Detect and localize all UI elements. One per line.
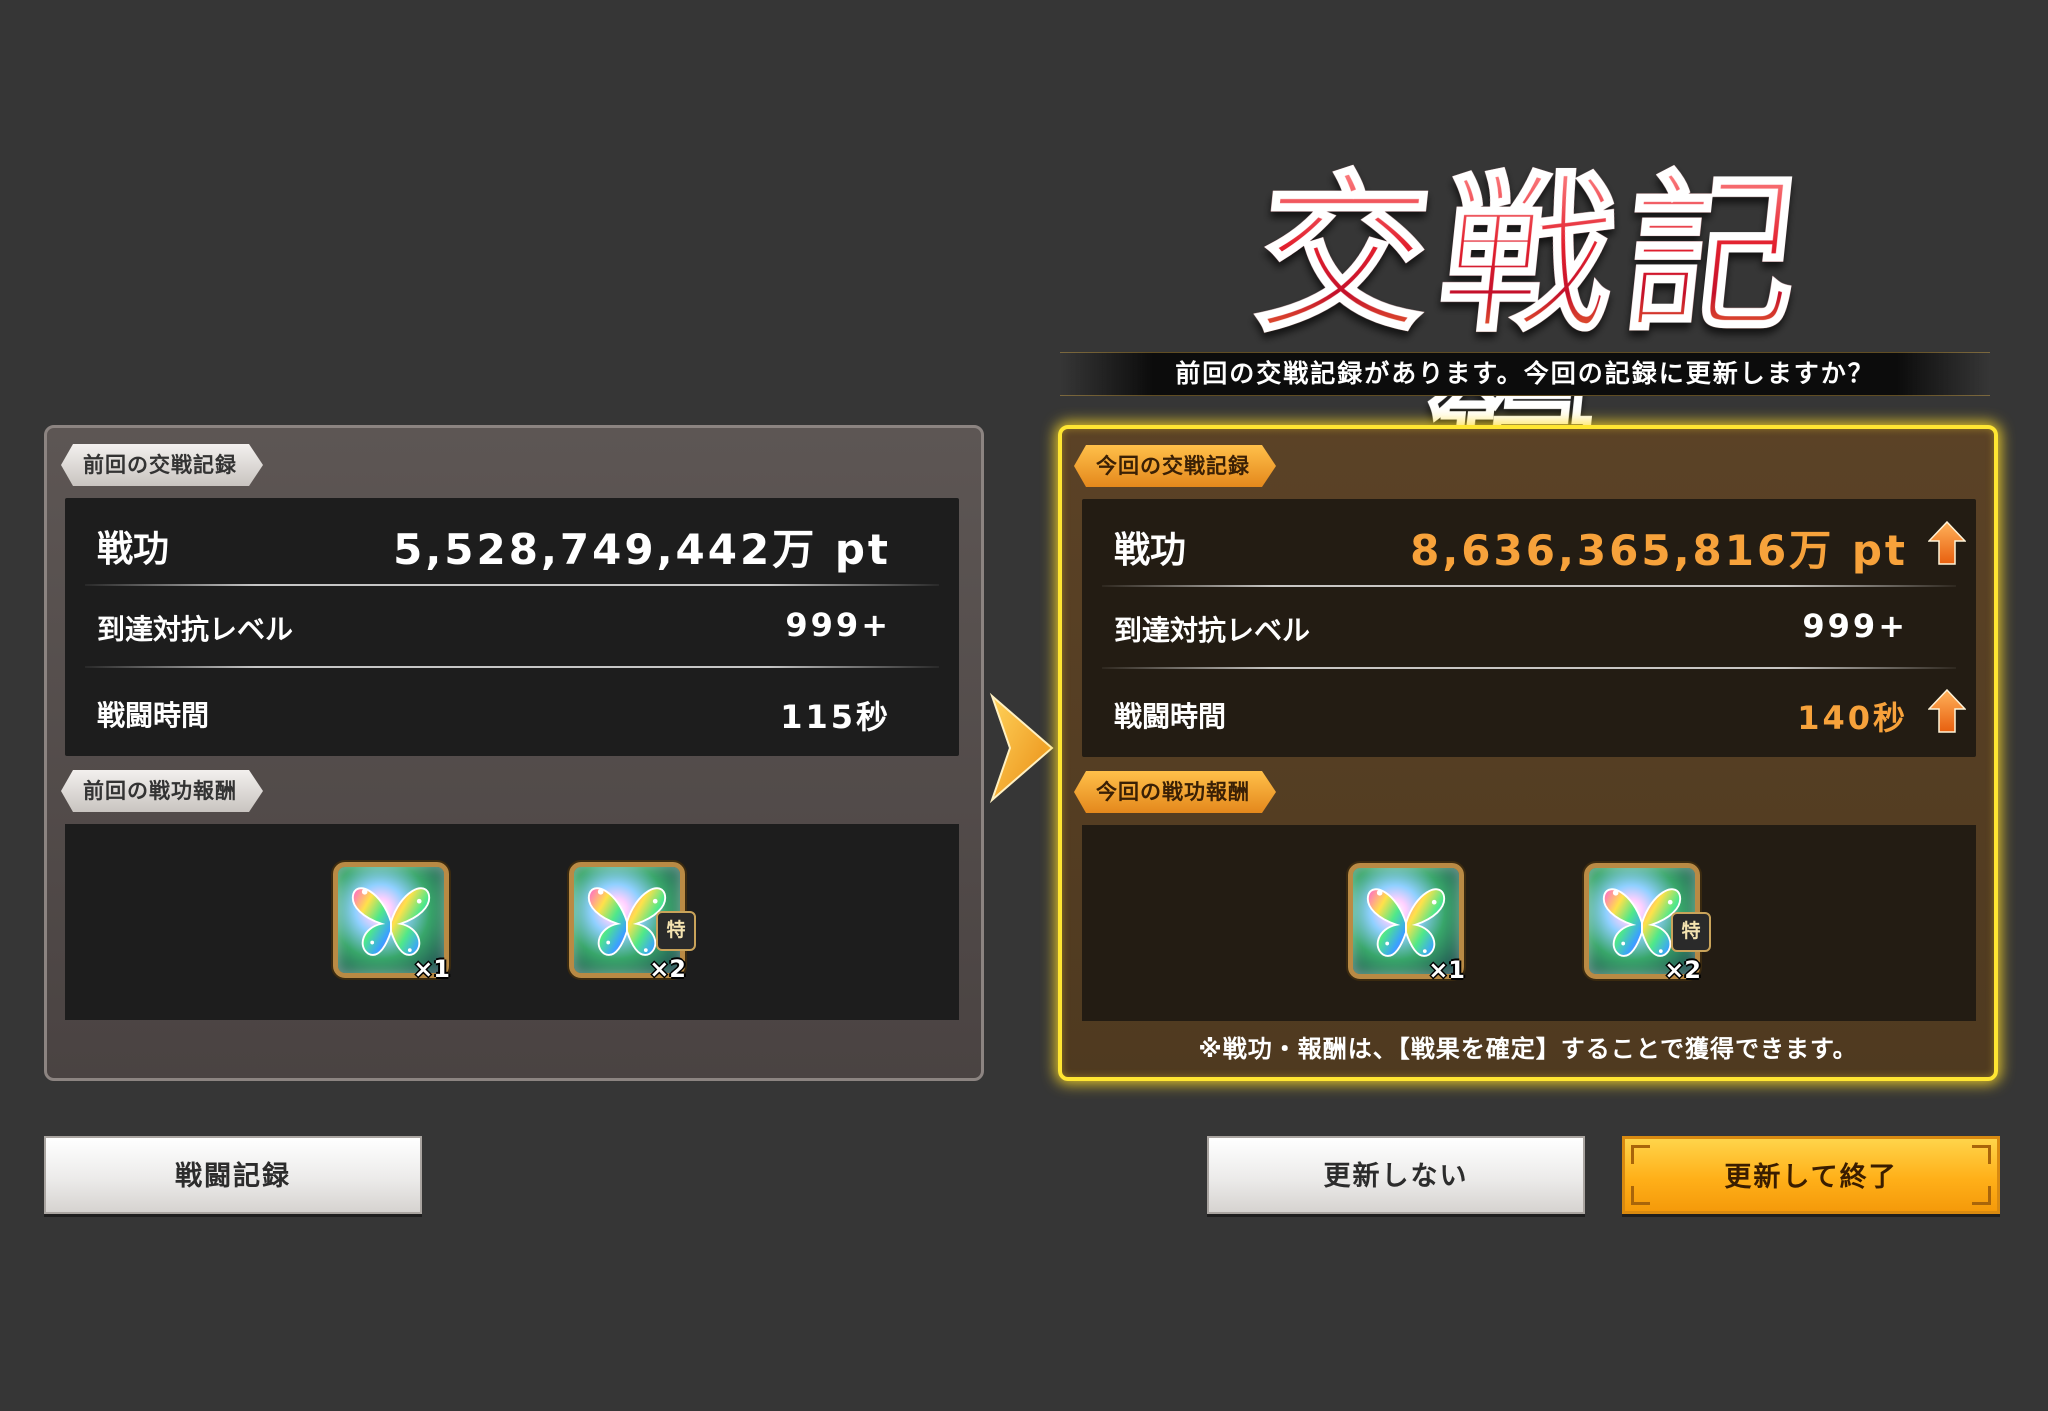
merit-value: 5,528,749,442万 pt <box>393 525 891 574</box>
corner-ornament <box>1631 1186 1650 1205</box>
level-value: 999+ <box>785 606 891 644</box>
current-reward-tag: 今回の戦功報酬 <box>1074 771 1276 813</box>
previous-record-tag: 前回の交戦記録 <box>61 444 263 486</box>
up-arrow-icon <box>1928 689 1966 733</box>
reward-note: ※戦功・報酬は、【戦果を確定】することで獲得できます。 <box>1198 1035 1858 1063</box>
merit-row: 戦功 5,528,749,442万 pt <box>65 498 959 584</box>
reward-item[interactable]: 特 ×2 <box>569 862 696 983</box>
reward-item[interactable]: ×1 <box>333 862 450 983</box>
reward-quantity: ×1 <box>1428 956 1465 984</box>
time-row: 戦闘時間 140秒 <box>1082 667 1976 755</box>
battle-log-button[interactable]: 戦闘記録 <box>44 1136 422 1214</box>
current-record-tag: 今回の交戦記録 <box>1074 445 1276 487</box>
level-value: 999+ <box>1802 607 1908 645</box>
reward-quantity: ×2 <box>1664 956 1701 984</box>
merit-label: 戦功 <box>97 529 170 570</box>
corner-ornament <box>1972 1145 1991 1164</box>
update-and-finish-button[interactable]: 更新して終了 <box>1622 1136 2000 1214</box>
merit-label: 戦功 <box>1114 530 1187 571</box>
current-stats: 戦功 8,636,365,816万 pt 到達対抗レベル 999+ 戦闘時間 1… <box>1082 499 1976 757</box>
special-badge: 特 <box>1671 912 1711 952</box>
no-update-button[interactable]: 更新しない <box>1207 1136 1585 1214</box>
level-row: 到達対抗レベル 999+ <box>1082 585 1976 667</box>
time-value: 115秒 <box>780 698 891 736</box>
reward-quantity: ×1 <box>413 955 450 983</box>
previous-record-panel: 前回の交戦記録 戦功 5,528,749,442万 pt 到達対抗レベル 999… <box>44 425 984 1081</box>
level-row: 到達対抗レベル 999+ <box>65 584 959 666</box>
time-label: 戦闘時間 <box>1114 700 1227 733</box>
previous-rewards: ×1 特 ×2 <box>65 824 959 1020</box>
corner-ornament <box>1972 1186 1991 1205</box>
merit-value: 8,636,365,816万 pt <box>1410 526 1908 575</box>
previous-stats: 戦功 5,528,749,442万 pt 到達対抗レベル 999+ 戦闘時間 1… <box>65 498 959 756</box>
reward-item[interactable]: 特 ×2 <box>1584 863 1711 984</box>
current-record-panel: 今回の交戦記録 戦功 8,636,365,816万 pt 到達対抗レベル 999… <box>1058 425 1998 1081</box>
reward-item[interactable]: ×1 <box>1348 863 1465 984</box>
rainbow-butterfly-icon <box>1359 874 1453 968</box>
merit-row: 戦功 8,636,365,816万 pt <box>1082 499 1976 585</box>
special-badge: 特 <box>656 911 696 951</box>
time-label: 戦闘時間 <box>97 699 210 732</box>
update-prompt: 前回の交戦記録があります。今回の記録に更新しますか？ <box>1060 352 1990 396</box>
previous-reward-tag: 前回の戦功報酬 <box>61 770 263 812</box>
corner-ornament <box>1631 1145 1650 1164</box>
level-label: 到達対抗レベル <box>97 613 294 646</box>
time-row: 戦闘時間 115秒 <box>65 666 959 754</box>
up-arrow-icon <box>1928 521 1966 565</box>
time-value: 140秒 <box>1797 699 1908 737</box>
reward-quantity: ×2 <box>649 955 686 983</box>
current-rewards: ×1 特 ×2 <box>1082 825 1976 1021</box>
update-and-finish-label: 更新して終了 <box>1724 1162 1898 1193</box>
level-label: 到達対抗レベル <box>1114 614 1311 647</box>
screen-title: 交戦記録 <box>1170 154 1900 547</box>
rainbow-butterfly-icon <box>344 873 438 967</box>
chevron-right-icon <box>989 692 1054 804</box>
